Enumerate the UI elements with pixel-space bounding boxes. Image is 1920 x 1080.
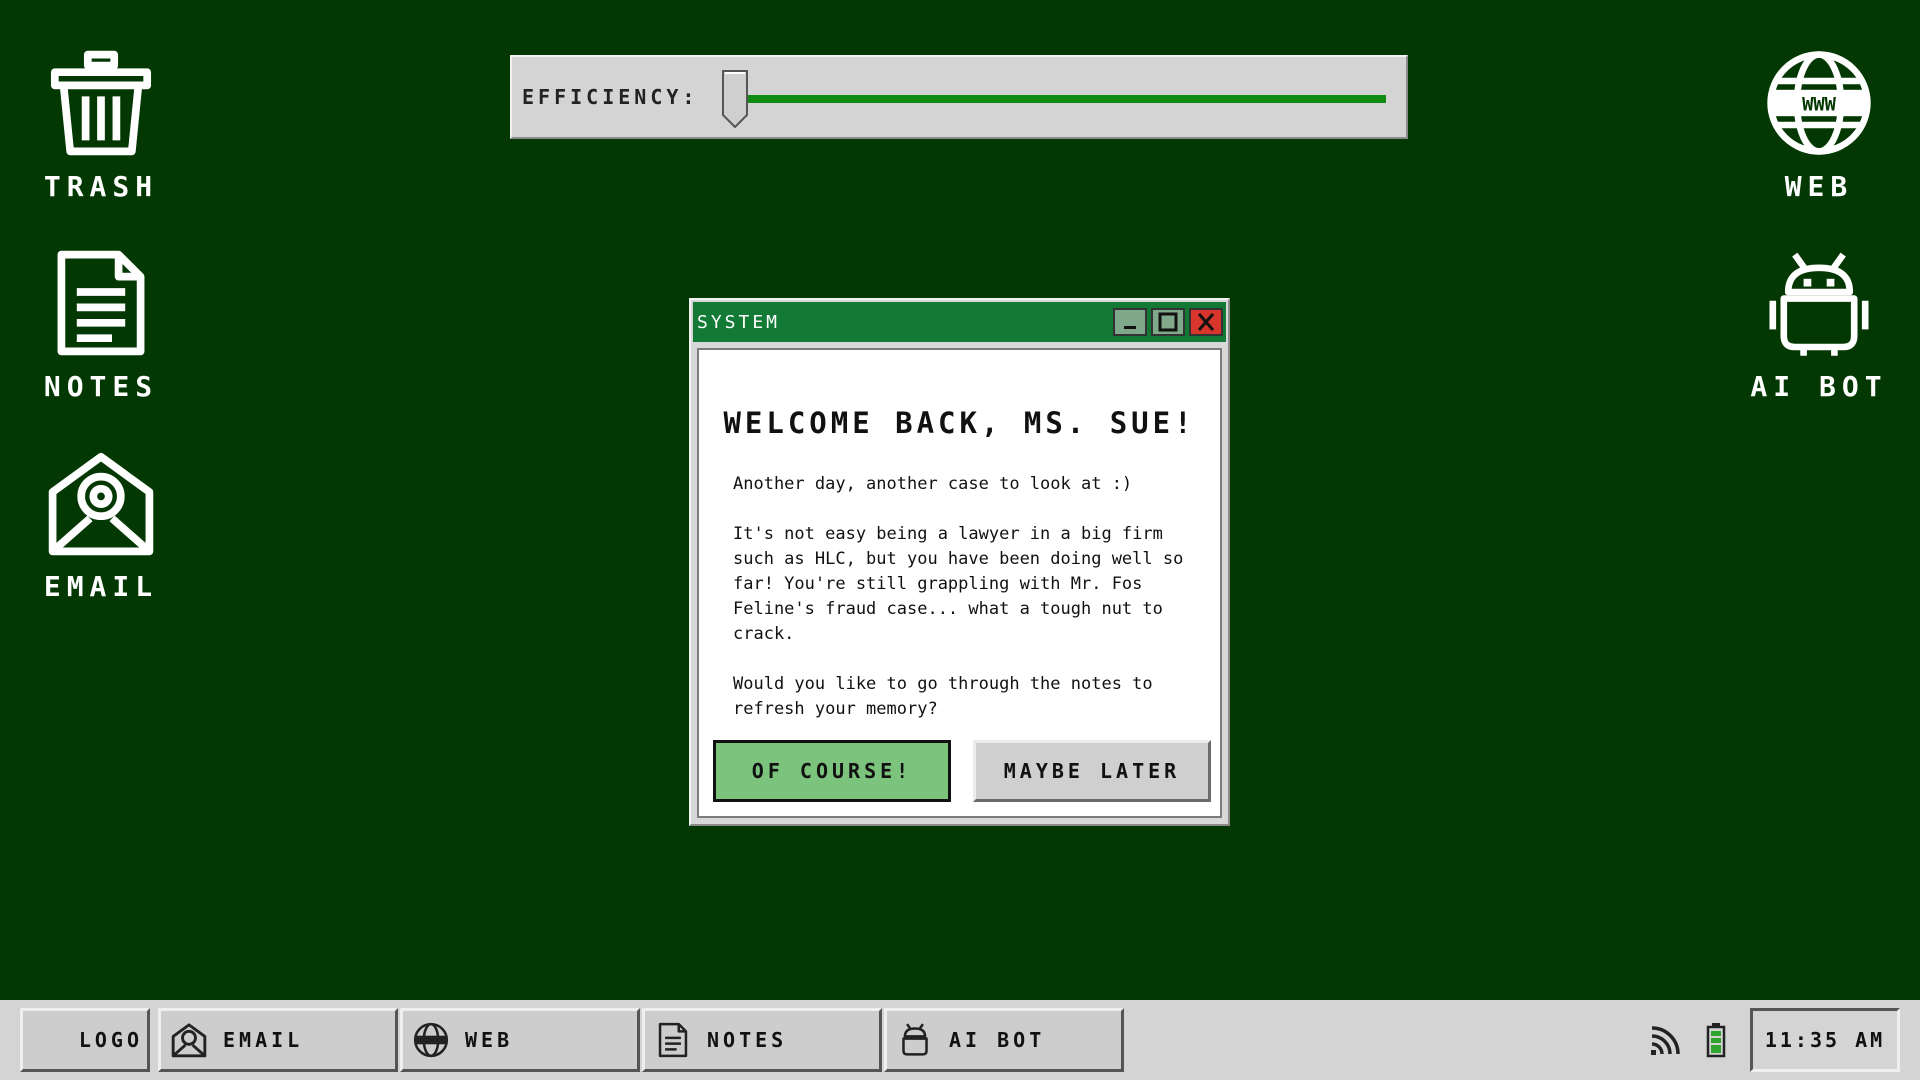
taskbar-ai-bot-label: AI BOT: [949, 1028, 1046, 1052]
desktop-icon-email-label: EMAIL: [43, 570, 159, 603]
dialog-paragraph: Another day, another case to look at :): [733, 474, 1133, 494]
taskbar-email-button[interactable]: EMAIL: [158, 1008, 398, 1072]
trash-icon: [50, 50, 152, 156]
battery-icon[interactable]: [1698, 1022, 1734, 1058]
desktop-icon-ai-bot-label: AI BOT: [1750, 370, 1888, 403]
desktop-icon-email[interactable]: EMAIL: [16, 448, 186, 603]
web-globe-icon: WWW: [1767, 51, 1871, 155]
efficiency-meter: EFFICIENCY:: [510, 55, 1408, 139]
of-course-button[interactable]: OF COURSE!: [713, 740, 951, 802]
taskbar-logo-label: LOGO: [78, 1028, 143, 1052]
dialog-heading: WELCOME BACK, MS. SUE!: [723, 406, 1196, 440]
dialog-message: Another day, another case to look at :) …: [733, 472, 1200, 747]
close-button[interactable]: [1189, 308, 1223, 336]
svg-text:WWW: WWW: [1802, 95, 1837, 116]
taskbar-email-label: EMAIL: [223, 1028, 304, 1052]
desktop-icon-web[interactable]: WWW WEB: [1734, 48, 1904, 203]
wifi-signal-icon[interactable]: [1648, 1022, 1684, 1058]
taskbar-clock[interactable]: 11:35 AM: [1750, 1008, 1900, 1072]
minimize-icon: [1124, 326, 1136, 329]
system-dialog: SYSTEM WELCOME BACK, MS. SUE! Another da…: [689, 298, 1230, 826]
taskbar: LOGO EMAIL WEB NOTES AI BOT 11:35 AM: [0, 1000, 1920, 1080]
taskbar-notes-button[interactable]: NOTES: [642, 1008, 882, 1072]
maximize-icon: [1158, 312, 1178, 332]
desktop-icon-notes[interactable]: NOTES: [16, 248, 186, 403]
desktop-icon-ai-bot[interactable]: AI BOT: [1734, 248, 1904, 403]
efficiency-track[interactable]: [722, 70, 1386, 129]
dialog-paragraph: It's not easy being a lawyer in a big fi…: [733, 524, 1184, 644]
robot-icon: [1769, 252, 1869, 356]
email-icon: [48, 452, 154, 556]
efficiency-label: EFFICIENCY:: [522, 85, 699, 109]
close-icon: [1197, 313, 1215, 331]
notes-icon: [57, 250, 145, 356]
taskbar-notes-label: NOTES: [707, 1028, 788, 1052]
taskbar-ai-bot-button[interactable]: AI BOT: [884, 1008, 1124, 1072]
dialog-content: WELCOME BACK, MS. SUE! Another day, anot…: [697, 348, 1222, 818]
notes-icon: [658, 1022, 688, 1058]
desktop-icon-trash[interactable]: TRASH: [16, 48, 186, 203]
minimize-button[interactable]: [1113, 308, 1147, 336]
maximize-button[interactable]: [1151, 308, 1185, 336]
web-globe-icon: [413, 1022, 449, 1058]
dialog-titlebar[interactable]: SYSTEM: [693, 302, 1226, 342]
dialog-title: SYSTEM: [697, 312, 781, 333]
desktop: TRASH NOTES EMAIL WWW WEB AI BOT EFFICIE…: [0, 0, 1920, 1000]
desktop-icon-trash-label: TRASH: [43, 170, 159, 203]
desktop-icon-web-label: WEB: [1784, 170, 1854, 203]
taskbar-web-button[interactable]: WEB: [400, 1008, 640, 1072]
efficiency-slider-thumb[interactable]: [721, 69, 749, 129]
maybe-later-button[interactable]: MAYBE LATER: [973, 740, 1211, 802]
robot-icon: [902, 1023, 928, 1056]
taskbar-logo-button[interactable]: LOGO: [20, 1008, 150, 1072]
dialog-paragraph: Would you like to go through the notes t…: [733, 674, 1153, 719]
email-icon: [171, 1023, 207, 1058]
taskbar-web-label: WEB: [465, 1028, 514, 1052]
desktop-icon-notes-label: NOTES: [43, 370, 159, 403]
